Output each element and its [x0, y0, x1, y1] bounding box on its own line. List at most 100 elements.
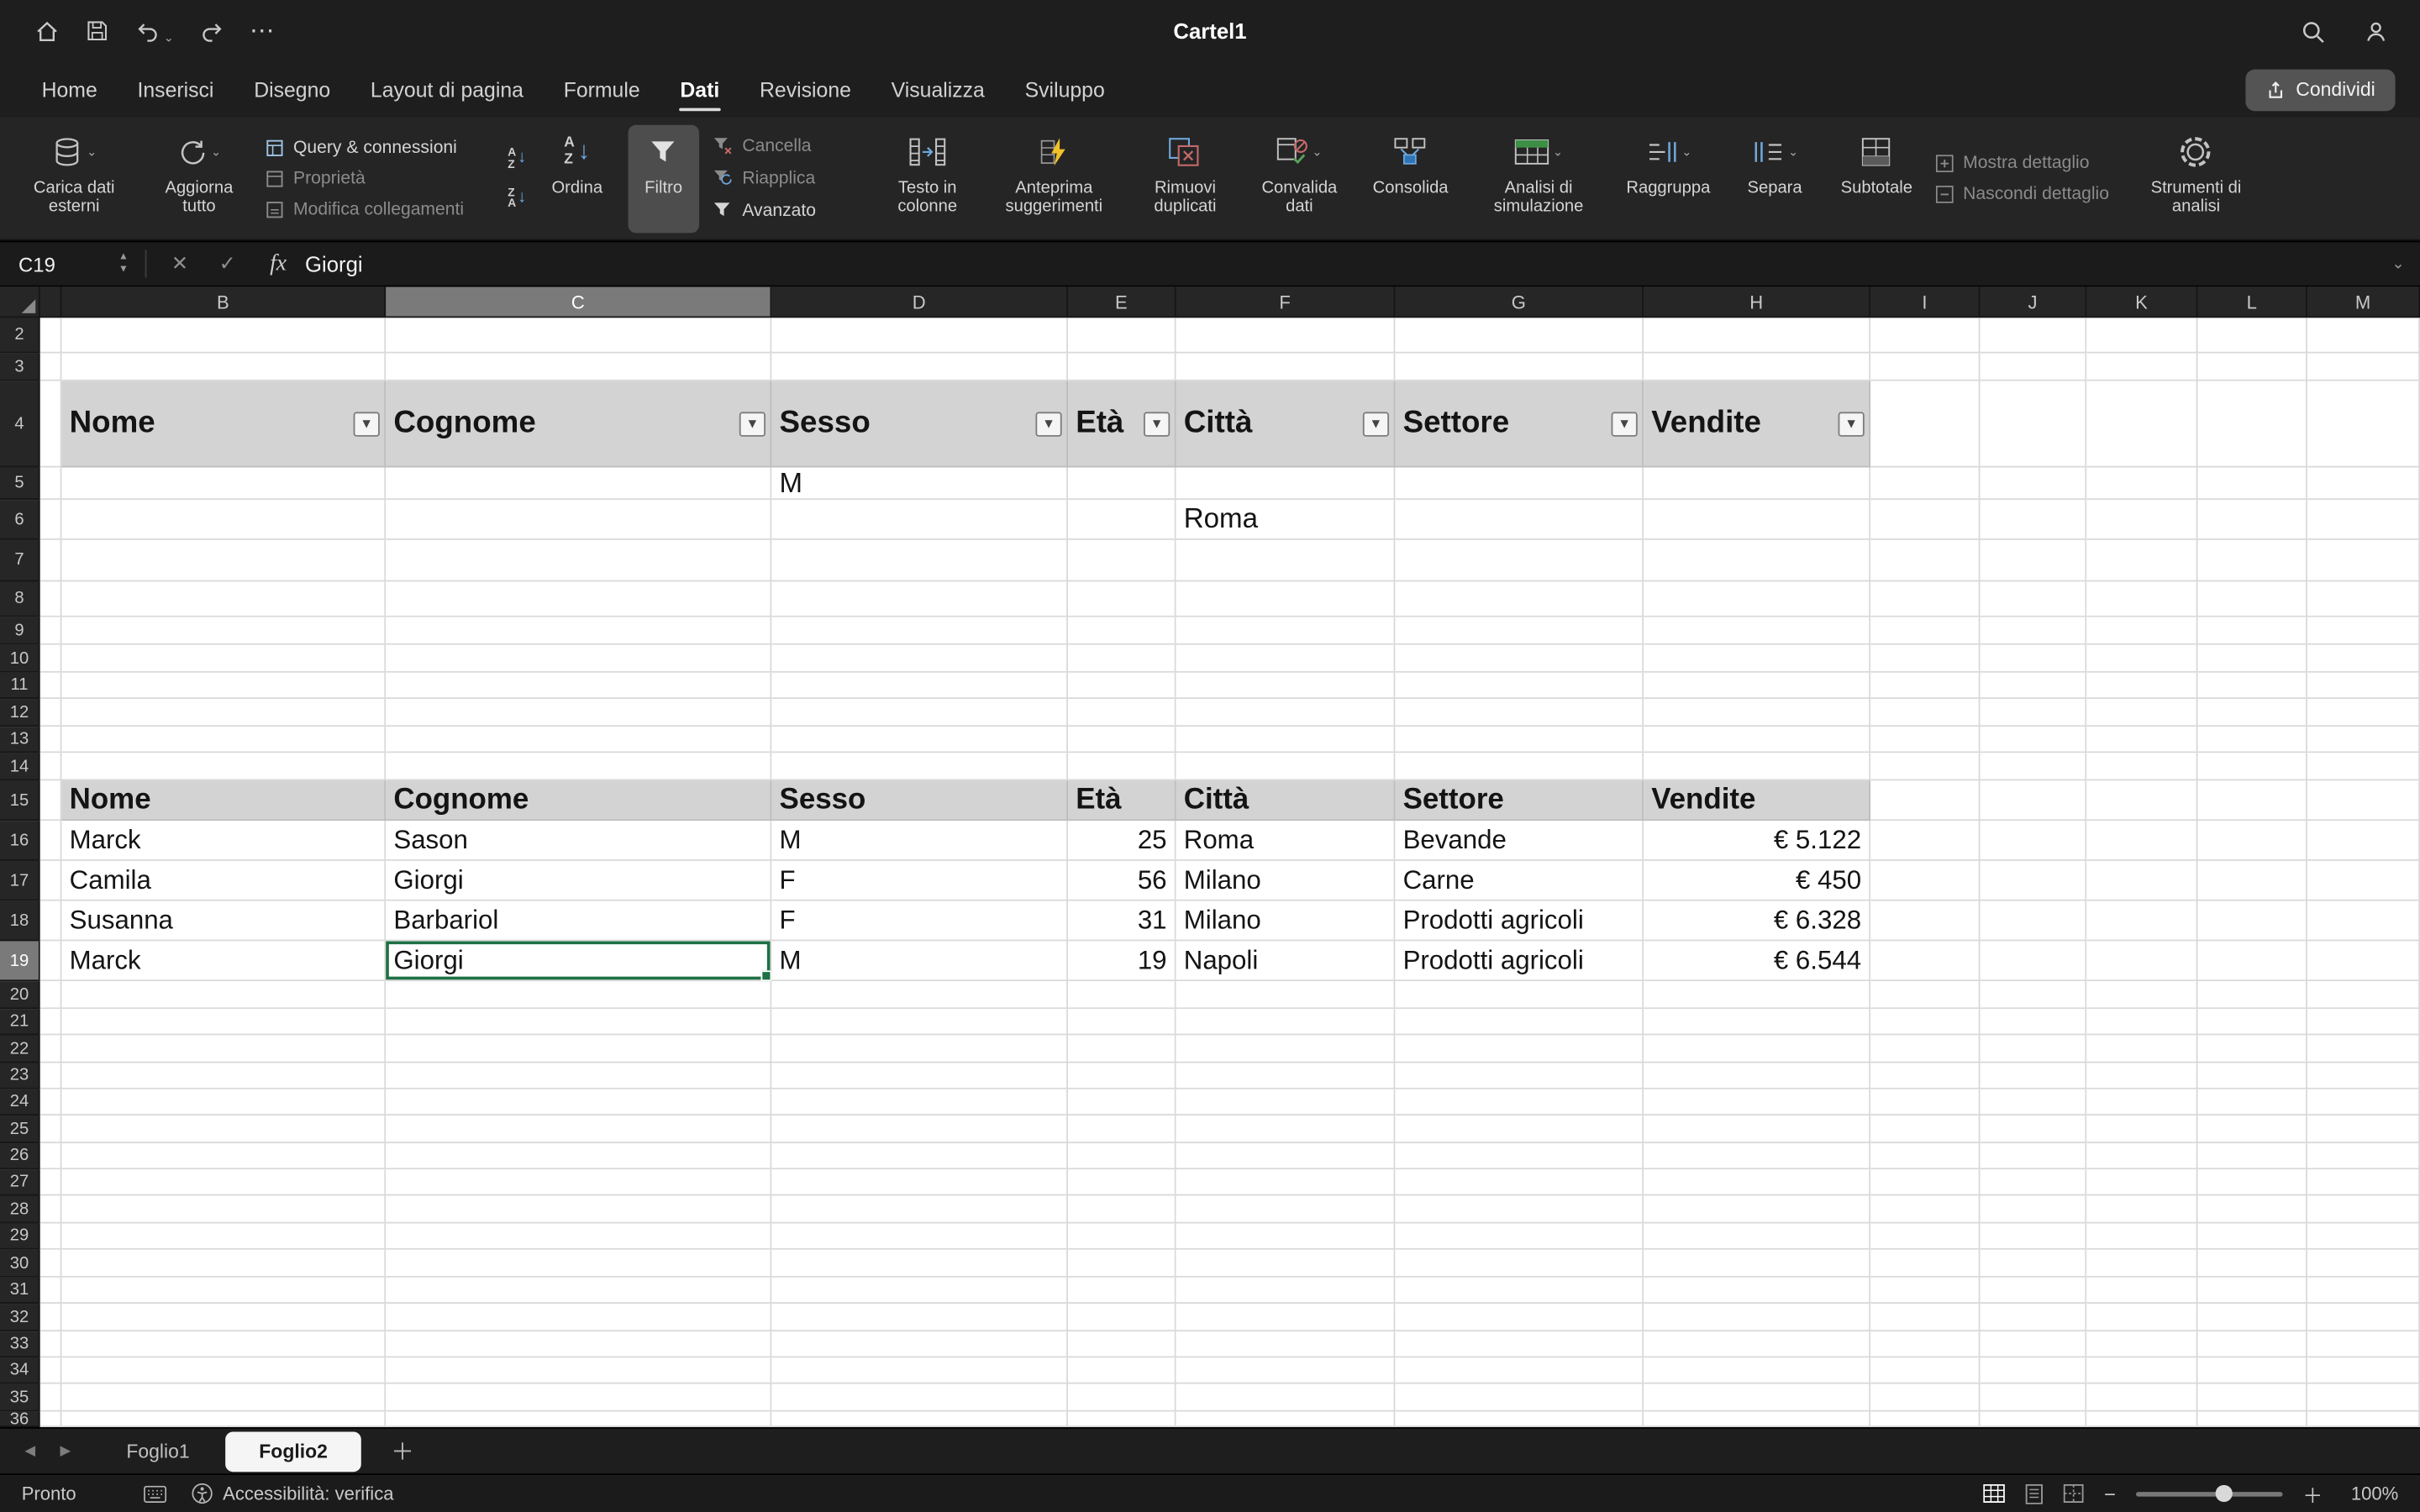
cell-A14[interactable]: [40, 753, 62, 780]
cell-B15[interactable]: Nome: [61, 780, 386, 821]
cell-H24[interactable]: [1644, 1089, 1870, 1116]
sheet-nav-prev-icon[interactable]: ◀: [24, 1442, 35, 1459]
cell-F25[interactable]: [1176, 1116, 1396, 1143]
filter-button-G4[interactable]: ▾: [1612, 411, 1638, 435]
cell-I17[interactable]: [1870, 861, 1980, 901]
cell-E18[interactable]: 31: [1068, 901, 1176, 942]
filter-button-D4[interactable]: ▾: [1035, 411, 1061, 435]
cell-E19[interactable]: 19: [1068, 941, 1176, 981]
cell-H28[interactable]: [1644, 1195, 1870, 1223]
cell-C35[interactable]: [386, 1384, 771, 1412]
cell-K16[interactable]: [2086, 821, 2197, 861]
column-header-E[interactable]: E: [1068, 287, 1176, 318]
cell-A31[interactable]: [40, 1278, 62, 1304]
formula-input[interactable]: Giorgi: [305, 251, 363, 276]
cell-M21[interactable]: [2307, 1009, 2420, 1035]
cell-G28[interactable]: [1395, 1195, 1644, 1223]
row-header-9[interactable]: 9: [0, 617, 40, 645]
cell-K9[interactable]: [2086, 617, 2197, 645]
cell-F30[interactable]: [1176, 1250, 1396, 1278]
cell-B34[interactable]: [61, 1357, 386, 1383]
cell-H5[interactable]: [1644, 468, 1870, 501]
cell-A24[interactable]: [40, 1089, 62, 1116]
cell-L5[interactable]: [2198, 468, 2307, 501]
cell-K10[interactable]: [2086, 645, 2197, 673]
cell-M28[interactable]: [2307, 1195, 2420, 1223]
cell-C12[interactable]: [386, 699, 771, 727]
cell-C22[interactable]: [386, 1035, 771, 1063]
cell-F11[interactable]: [1176, 673, 1396, 699]
cell-D9[interactable]: [771, 617, 1068, 645]
cell-H31[interactable]: [1644, 1278, 1870, 1304]
cell-A12[interactable]: [40, 699, 62, 727]
row-header-18[interactable]: 18: [0, 901, 40, 942]
page-layout-view-icon[interactable]: [2026, 1483, 2044, 1504]
cell-F32[interactable]: [1176, 1304, 1396, 1331]
flash-fill-button[interactable]: Anteprima suggerimenti: [987, 124, 1120, 233]
cell-G17[interactable]: Carne: [1395, 861, 1644, 901]
tab-formule[interactable]: Formule: [544, 61, 660, 117]
cell-F20[interactable]: [1176, 981, 1396, 1009]
cell-L18[interactable]: [2198, 901, 2307, 942]
cell-E17[interactable]: 56: [1068, 861, 1176, 901]
cell-C11[interactable]: [386, 673, 771, 699]
cell-A3[interactable]: [40, 354, 62, 381]
cell-D24[interactable]: [771, 1089, 1068, 1116]
zoom-slider-knob[interactable]: [2216, 1485, 2233, 1502]
cell-M22[interactable]: [2307, 1035, 2420, 1063]
cell-L22[interactable]: [2198, 1035, 2307, 1063]
column-header-K[interactable]: K: [2086, 287, 2197, 318]
cell-E23[interactable]: [1068, 1063, 1176, 1089]
filter-button-F4[interactable]: ▾: [1363, 411, 1389, 435]
column-header-D[interactable]: D: [771, 287, 1068, 318]
cell-C33[interactable]: [386, 1331, 771, 1357]
cell-B10[interactable]: [61, 645, 386, 673]
cell-E34[interactable]: [1068, 1357, 1176, 1383]
cell-H19[interactable]: € 6.544: [1644, 941, 1870, 981]
cell-L34[interactable]: [2198, 1357, 2307, 1383]
cell-F8[interactable]: [1176, 581, 1396, 617]
cell-D27[interactable]: [771, 1169, 1068, 1195]
cell-G11[interactable]: [1395, 673, 1644, 699]
cell-D8[interactable]: [771, 581, 1068, 617]
cell-B35[interactable]: [61, 1384, 386, 1412]
cell-G4[interactable]: Settore▾: [1395, 381, 1644, 468]
cell-F13[interactable]: [1176, 727, 1396, 753]
cell-C5[interactable]: [386, 468, 771, 501]
cell-G30[interactable]: [1395, 1250, 1644, 1278]
cell-J25[interactable]: [1981, 1116, 2087, 1143]
row-header-35[interactable]: 35: [0, 1384, 40, 1412]
cell-D36[interactable]: [771, 1412, 1068, 1427]
filter-button-E4[interactable]: ▾: [1144, 411, 1170, 435]
cell-A17[interactable]: [40, 861, 62, 901]
cell-C14[interactable]: [386, 753, 771, 780]
cell-I11[interactable]: [1870, 673, 1980, 699]
cell-M5[interactable]: [2307, 468, 2420, 501]
cell-F36[interactable]: [1176, 1412, 1396, 1427]
cell-B19[interactable]: Marck: [61, 941, 386, 981]
cell-K20[interactable]: [2086, 981, 2197, 1009]
cell-A34[interactable]: [40, 1357, 62, 1383]
row-header-13[interactable]: 13: [0, 727, 40, 753]
cell-F7[interactable]: [1176, 540, 1396, 582]
tab-visualizza[interactable]: Visualizza: [871, 61, 1005, 117]
cell-H36[interactable]: [1644, 1412, 1870, 1427]
cell-D13[interactable]: [771, 727, 1068, 753]
cell-K2[interactable]: [2086, 318, 2197, 353]
cell-K8[interactable]: [2086, 581, 2197, 617]
cell-K28[interactable]: [2086, 1195, 2197, 1223]
cell-C19[interactable]: Giorgi: [386, 941, 771, 981]
cell-C18[interactable]: Barbariol: [386, 901, 771, 942]
cell-H35[interactable]: [1644, 1384, 1870, 1412]
cell-B32[interactable]: [61, 1304, 386, 1331]
filter-button-B4[interactable]: ▾: [354, 411, 380, 435]
cell-G29[interactable]: [1395, 1224, 1644, 1250]
cell-A27[interactable]: [40, 1169, 62, 1195]
cell-F26[interactable]: [1176, 1143, 1396, 1169]
share-button[interactable]: Condividi: [2245, 69, 2396, 111]
cell-B11[interactable]: [61, 673, 386, 699]
cell-E7[interactable]: [1068, 540, 1176, 582]
cell-B13[interactable]: [61, 727, 386, 753]
cell-L17[interactable]: [2198, 861, 2307, 901]
row-header-19[interactable]: 19: [0, 941, 40, 981]
